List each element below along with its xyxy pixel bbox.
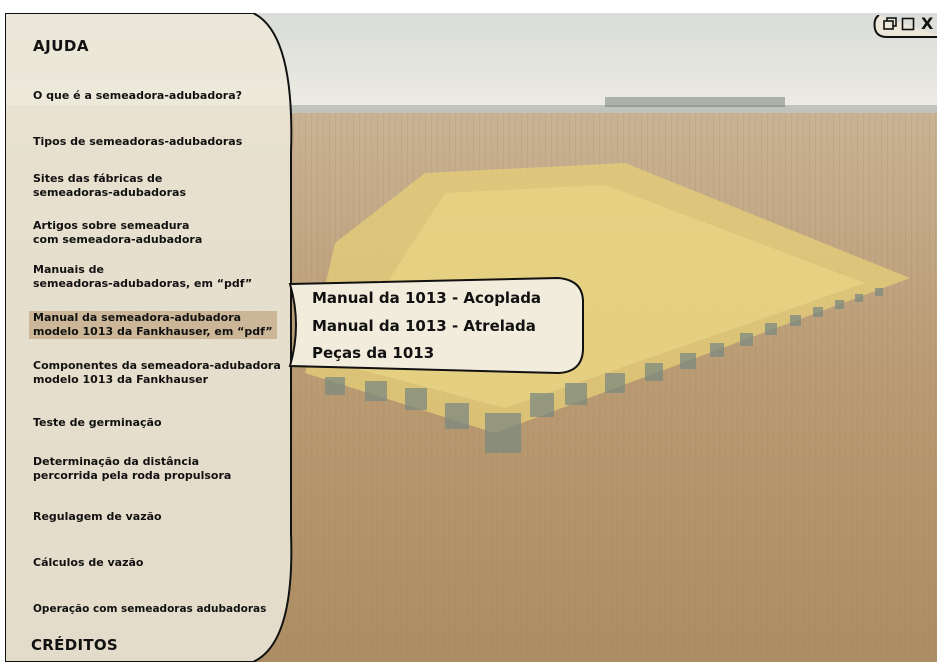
menu-item-label: modelo 1013 da Fankhauser, em “pdf”	[33, 325, 273, 338]
menu-item-label: Cálculos de vazão	[33, 556, 144, 569]
restore-icon[interactable]	[883, 17, 897, 35]
submenu-item-parts[interactable]: Peças da 1013	[312, 344, 434, 362]
menu-item-label: modelo 1013 da Fankhauser	[33, 373, 209, 386]
menu-item-articles[interactable]: Artigos sobre semeadura com semeadora-ad…	[33, 219, 202, 247]
menu-item-label: Tipos de semeadoras-adubadoras	[33, 135, 243, 148]
menu-item-label: percorrida pela roda propulsora	[33, 469, 232, 482]
menu-item-label: Operação com semeadoras adubadoras	[33, 603, 267, 615]
menu-item-flow-regulation[interactable]: Regulagem de vazão	[33, 510, 162, 524]
menu-item-distance[interactable]: Determinação da distância percorrida pel…	[33, 455, 231, 483]
menu-item-factory-sites[interactable]: Sites das fábricas de semeadoras-adubado…	[33, 172, 186, 200]
menu-item-label: Teste de germinação	[33, 416, 162, 429]
maximize-icon[interactable]	[901, 17, 915, 35]
menu-item-label: O que é a semeadora-adubadora?	[33, 89, 242, 102]
menu-item-label: Regulagem de vazão	[33, 510, 162, 523]
menu-item-label: Artigos sobre semeadura	[33, 219, 190, 232]
menu-item-label: Manual da semeadora-adubadora	[33, 311, 242, 324]
window-controls: X	[873, 15, 937, 39]
menu-item-label: Sites das fábricas de	[33, 172, 163, 185]
menu-item-label: Manuais de	[33, 263, 104, 276]
submenu-item-manual-atrelada[interactable]: Manual da 1013 - Atrelada	[312, 317, 536, 335]
submenu-item-manual-acoplada[interactable]: Manual da 1013 - Acoplada	[312, 289, 541, 307]
app-window: AJUDA O que é a semeadora-adubadora? Tip…	[5, 13, 937, 662]
menu-item-manual-1013[interactable]: Manual da semeadora-adubadora modelo 101…	[29, 311, 277, 339]
menu-item-label: semeadoras-adubadoras	[33, 186, 186, 199]
credits-link[interactable]: CRÉDITOS	[31, 636, 118, 654]
close-icon[interactable]: X	[921, 15, 933, 33]
menu-item-components-1013[interactable]: Componentes da semeadora-adubadora model…	[33, 359, 281, 387]
menu-item-what-is[interactable]: O que é a semeadora-adubadora?	[33, 89, 242, 103]
menu-item-manuals-pdf[interactable]: Manuais de semeadoras-adubadoras, em “pd…	[33, 263, 252, 291]
menu-item-label: com semeadora-adubadora	[33, 233, 203, 246]
menu-item-germination-test[interactable]: Teste de germinação	[33, 416, 162, 430]
menu-item-types[interactable]: Tipos de semeadoras-adubadoras	[33, 135, 242, 149]
menu-item-label: Componentes da semeadora-adubadora	[33, 359, 281, 372]
menu-item-label: semeadoras-adubadoras, em “pdf”	[33, 277, 253, 290]
menu-item-operation[interactable]: Operação com semeadoras adubadoras	[33, 602, 266, 616]
menu-item-flow-calculation[interactable]: Cálculos de vazão	[33, 556, 143, 570]
help-title: AJUDA	[33, 37, 89, 55]
menu-item-label: Determinação da distância	[33, 455, 200, 468]
